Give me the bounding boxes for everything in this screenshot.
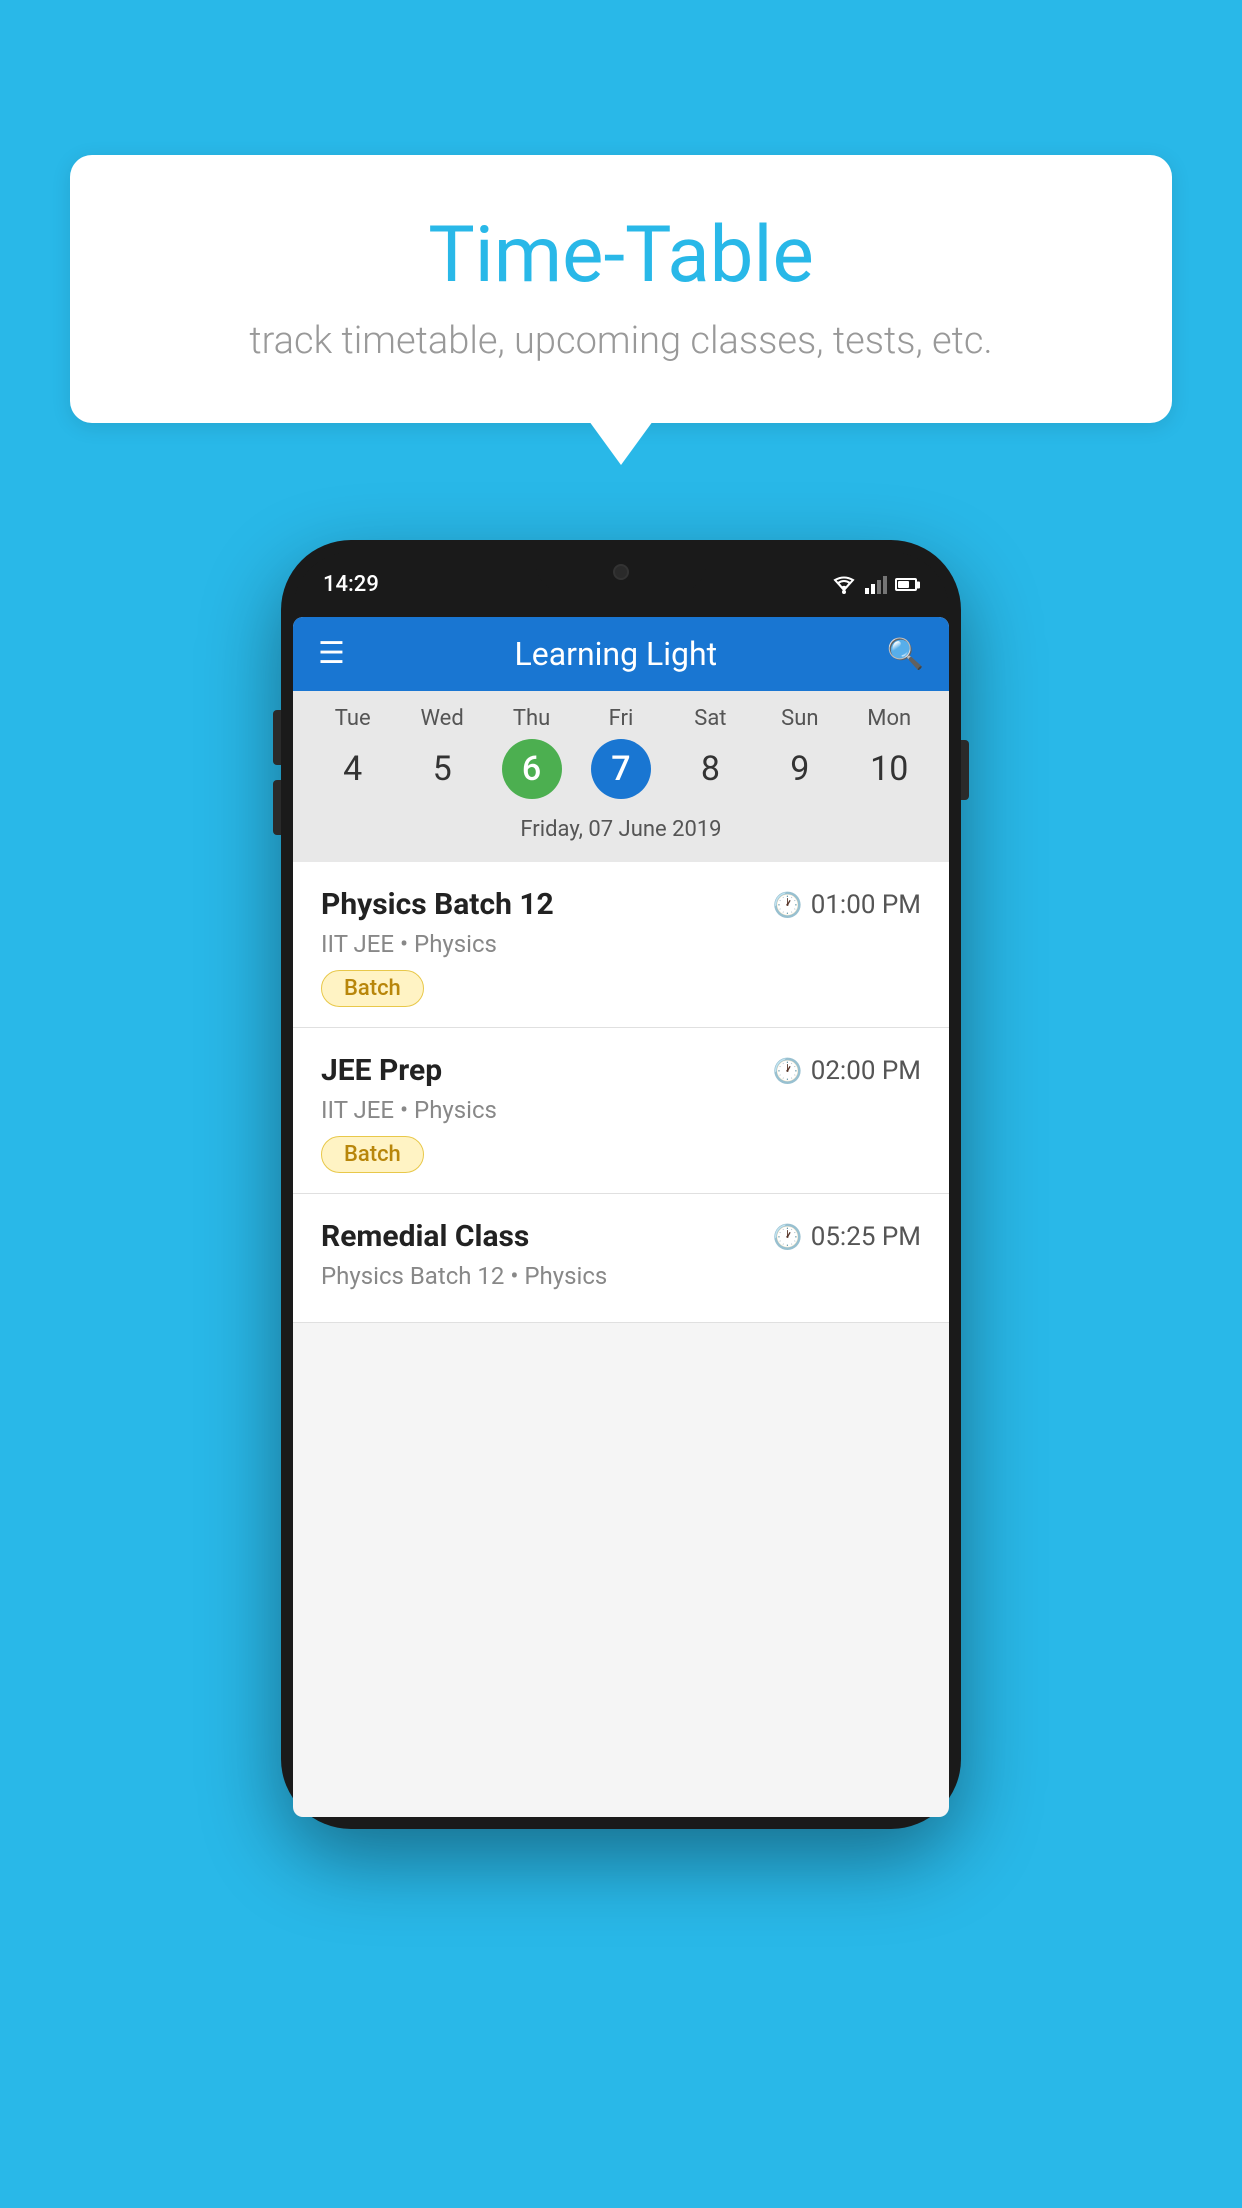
speech-bubble: Time-Table track timetable, upcoming cla… (70, 155, 1172, 423)
bubble-subtitle: track timetable, upcoming classes, tests… (130, 319, 1112, 363)
app-header: ☰ Learning Light 🔍 (293, 617, 949, 691)
status-bar: 14:29 (293, 552, 949, 617)
time-text: 05:25 PM (811, 1222, 921, 1252)
camera (613, 564, 629, 580)
day-name: Mon (867, 706, 911, 731)
wifi-icon (831, 576, 857, 594)
search-icon[interactable]: 🔍 (887, 637, 924, 672)
schedule-header: JEE Prep 🕐 02:00 PM (321, 1053, 921, 1088)
signal-icon (865, 576, 887, 594)
day-col[interactable]: Fri 7 (583, 706, 658, 799)
battery-icon (895, 578, 919, 591)
batch-badge: Batch (321, 970, 424, 1007)
schedule-header: Physics Batch 12 🕐 01:00 PM (321, 887, 921, 922)
schedule-time: 🕐 02:00 PM (773, 1056, 921, 1086)
bubble-title: Time-Table (130, 210, 1112, 301)
day-name: Thu (513, 706, 550, 731)
status-time: 14:29 (323, 572, 379, 597)
time-text: 02:00 PM (811, 1056, 921, 1086)
clock-icon: 🕐 (773, 1223, 803, 1251)
day-number[interactable]: 7 (591, 739, 651, 799)
clock-icon: 🕐 (773, 891, 803, 919)
day-name: Wed (420, 706, 463, 731)
day-number[interactable]: 8 (680, 739, 740, 799)
hamburger-menu-icon[interactable]: ☰ (318, 639, 345, 669)
day-number[interactable]: 6 (502, 739, 562, 799)
day-col[interactable]: Tue 4 (315, 706, 390, 799)
day-col[interactable]: Wed 5 (405, 706, 480, 799)
day-col[interactable]: Thu 6 (494, 706, 569, 799)
schedule-name: Remedial Class (321, 1219, 529, 1254)
schedule-name: Physics Batch 12 (321, 887, 554, 922)
schedule-item[interactable]: Remedial Class 🕐 05:25 PM Physics Batch 12 … (293, 1194, 949, 1323)
schedule-container: Physics Batch 12 🕐 01:00 PM IIT JEE • Physi… (293, 862, 949, 1323)
status-icons (831, 576, 919, 594)
speech-bubble-container: Time-Table track timetable, upcoming cla… (70, 155, 1172, 423)
day-col[interactable]: Sat 8 (673, 706, 748, 799)
day-name: Tue (335, 706, 371, 731)
day-number[interactable]: 5 (412, 739, 472, 799)
selected-date-label: Friday, 07 June 2019 (293, 809, 949, 854)
schedule-time: 🕐 05:25 PM (773, 1222, 921, 1252)
notch (536, 552, 706, 592)
schedule-name: JEE Prep (321, 1053, 442, 1088)
volume-up-button (273, 710, 281, 765)
batch-badge: Batch (321, 1136, 424, 1173)
volume-down-button (273, 780, 281, 835)
day-number[interactable]: 9 (770, 739, 830, 799)
days-row: Tue 4 Wed 5 Thu 6 Fri 7 Sat 8 Sun 9 Mon 10 (293, 706, 949, 799)
day-name: Sat (694, 706, 726, 731)
schedule-item[interactable]: Physics Batch 12 🕐 01:00 PM IIT JEE • Physi… (293, 862, 949, 1028)
schedule-detail: IIT JEE • Physics (321, 1096, 921, 1124)
app-title: Learning Light (345, 635, 887, 673)
phone-screen: ☰ Learning Light 🔍 Tue4Wed5Thu6Fri7Sat8S… (293, 617, 949, 1817)
day-number[interactable]: 10 (859, 739, 919, 799)
time-text: 01:00 PM (811, 890, 921, 920)
schedule-time: 🕐 01:00 PM (773, 890, 921, 920)
phone-frame: 14:29 (281, 540, 961, 1829)
schedule-item[interactable]: JEE Prep 🕐 02:00 PM IIT JEE • Physics Batch (293, 1028, 949, 1194)
schedule-header: Remedial Class 🕐 05:25 PM (321, 1219, 921, 1254)
day-col[interactable]: Sun 9 (762, 706, 837, 799)
day-name: Fri (609, 706, 634, 731)
schedule-detail: IIT JEE • Physics (321, 930, 921, 958)
phone-mockup: 14:29 (281, 540, 961, 1829)
power-button (961, 740, 969, 800)
day-col[interactable]: Mon 10 (852, 706, 927, 799)
calendar-strip: Tue 4 Wed 5 Thu 6 Fri 7 Sat 8 Sun 9 Mon 10 Friday, 07… (293, 691, 949, 862)
clock-icon: 🕐 (773, 1057, 803, 1085)
schedule-detail: Physics Batch 12 • Physics (321, 1262, 921, 1290)
day-number[interactable]: 4 (323, 739, 383, 799)
day-name: Sun (781, 706, 818, 731)
